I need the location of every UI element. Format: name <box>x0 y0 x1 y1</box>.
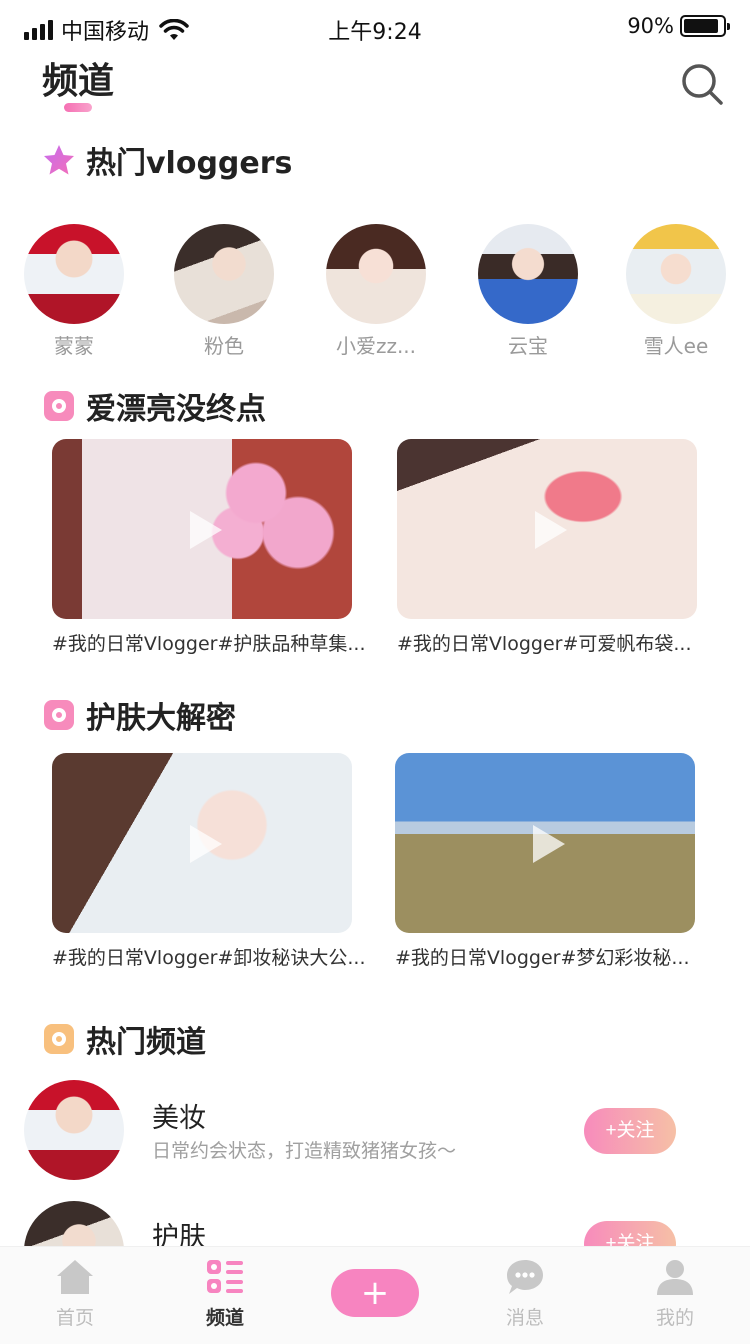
play-icon <box>190 511 222 549</box>
tab-label: 首页 <box>55 1307 94 1329</box>
battery-percent: 90% <box>627 14 674 38</box>
vlogger-item[interactable]: 小爱zz... <box>326 224 426 359</box>
vlogger-item[interactable]: 蒙蒙 <box>24 224 124 359</box>
section-bullet-icon <box>44 1024 74 1054</box>
section-label: 热门频道 <box>86 1025 206 1060</box>
section-bullet-icon <box>44 391 74 421</box>
add-button[interactable]: + <box>331 1269 419 1317</box>
avatar <box>24 1080 124 1180</box>
avatar <box>478 224 578 324</box>
page-title: 频道 <box>42 61 115 102</box>
section-hot-vloggers-title: 热门vloggers <box>42 138 292 182</box>
avatar <box>24 1201 124 1246</box>
video-thumbnail <box>52 439 352 619</box>
channel-description: 日常约会状态，打造精致猪猪女孩～ <box>152 1140 457 1162</box>
play-icon <box>533 825 565 863</box>
home-icon <box>57 1260 93 1294</box>
channel-name: 护肤 <box>152 1222 206 1246</box>
search-icon[interactable] <box>680 62 724 106</box>
vlogger-item[interactable]: 雪人ee <box>626 224 726 359</box>
section-hot-channels-title: 热门频道 <box>44 1017 206 1061</box>
vlogger-name: 雪人ee <box>643 334 709 358</box>
section-beauty-title: 爱漂亮没终点 <box>44 384 266 428</box>
follow-button[interactable]: +关注 <box>584 1221 676 1246</box>
avatar <box>24 224 124 324</box>
video-caption: #我的日常Vlogger#护肤品种草集... <box>52 633 366 655</box>
avatar <box>326 224 426 324</box>
video-card[interactable]: #我的日常Vlogger#可爱帆布袋... <box>397 439 697 656</box>
tab-channel[interactable]: 频道 <box>175 1257 275 1330</box>
vlogger-item[interactable]: 粉色 <box>174 224 274 359</box>
channel-name: 美妆 <box>152 1103 206 1134</box>
follow-button[interactable]: +关注 <box>584 1108 676 1154</box>
title-underline <box>64 103 92 112</box>
vlogger-name: 云宝 <box>508 334 548 358</box>
tab-label: 频道 <box>205 1307 244 1329</box>
video-thumbnail <box>52 753 352 933</box>
avatar <box>174 224 274 324</box>
video-card[interactable]: #我的日常Vlogger#梦幻彩妆秘... <box>395 753 695 970</box>
profile-icon <box>657 1260 693 1295</box>
status-bar: 中国移动 上午9:24 90% <box>0 0 750 56</box>
section-skincare-title: 护肤大解密 <box>44 693 236 737</box>
avatar <box>626 224 726 324</box>
section-bullet-icon <box>44 700 74 730</box>
video-caption: #我的日常Vlogger#梦幻彩妆秘... <box>395 947 690 969</box>
channel-list-icon <box>207 1260 243 1293</box>
vlogger-name: 粉色 <box>204 334 244 358</box>
section-label: 护肤大解密 <box>86 701 236 736</box>
battery-icon <box>680 15 730 37</box>
section-label: 热门vloggers <box>86 146 293 181</box>
play-icon <box>190 825 222 863</box>
vlogger-name: 小爱zz... <box>335 334 417 358</box>
tab-label: 消息 <box>505 1307 544 1329</box>
tab-bar: 首页 频道 + 消息 我的 <box>0 1246 750 1344</box>
star-icon <box>44 145 74 175</box>
channel-item[interactable]: 护肤 +关注 <box>24 1201 724 1246</box>
tab-home[interactable]: 首页 <box>25 1257 125 1330</box>
play-icon <box>535 511 567 549</box>
vlogger-name: 蒙蒙 <box>54 334 94 358</box>
message-icon <box>507 1260 543 1294</box>
video-card[interactable]: #我的日常Vlogger#护肤品种草集... <box>52 439 365 656</box>
video-card[interactable]: #我的日常Vlogger#卸妆秘诀大公... <box>52 753 365 970</box>
status-right: 90% <box>627 14 730 38</box>
tab-profile[interactable]: 我的 <box>625 1257 725 1330</box>
video-caption: #我的日常Vlogger#可爱帆布袋... <box>397 633 692 655</box>
section-label: 爱漂亮没终点 <box>86 392 266 427</box>
video-thumbnail <box>395 753 695 933</box>
video-caption: #我的日常Vlogger#卸妆秘诀大公... <box>52 947 366 969</box>
vlogger-item[interactable]: 云宝 <box>478 224 578 359</box>
tab-message[interactable]: 消息 <box>475 1257 575 1330</box>
tab-label: 我的 <box>655 1307 694 1329</box>
video-thumbnail <box>397 439 697 619</box>
channel-item[interactable]: 美妆 日常约会状态，打造精致猪猪女孩～ +关注 <box>24 1080 724 1180</box>
